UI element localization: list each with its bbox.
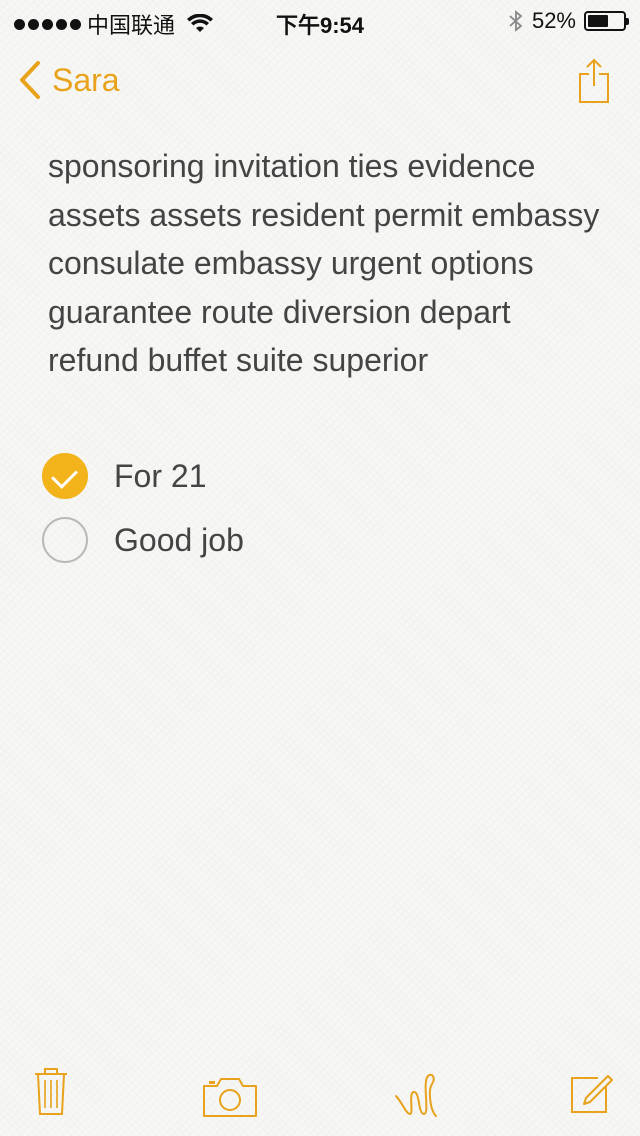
- chevron-left-icon: [20, 61, 40, 99]
- status-bar: 中国联通 下午9:54 52%: [0, 0, 640, 40]
- trash-icon: [35, 1068, 67, 1115]
- back-label: Sara: [52, 61, 120, 98]
- back-button[interactable]: Sara: [18, 60, 120, 100]
- bottom-toolbar: [0, 1036, 640, 1136]
- checkbox-unchecked[interactable]: [42, 517, 88, 563]
- checkbox-checked[interactable]: [42, 453, 88, 499]
- checklist-item-label[interactable]: Good job: [114, 522, 244, 559]
- compose-icon: [571, 1075, 613, 1113]
- nav-bar: Sara: [0, 50, 640, 120]
- sketch-button[interactable]: [392, 1070, 440, 1125]
- share-button[interactable]: [578, 58, 610, 109]
- checklist-item-label[interactable]: For 21: [114, 458, 206, 495]
- share-icon: [579, 58, 609, 103]
- checklist-item: For 21: [42, 444, 602, 508]
- status-right: 52%: [508, 8, 629, 34]
- camera-button[interactable]: [202, 1076, 258, 1123]
- compose-button[interactable]: [568, 1068, 616, 1121]
- bluetooth-icon: [509, 10, 523, 32]
- delete-button[interactable]: [32, 1066, 70, 1121]
- battery-icon: [584, 11, 629, 31]
- checklist-item: Good job: [42, 508, 602, 572]
- checklist: For 21 Good job: [42, 444, 602, 572]
- sketch-icon: [395, 1073, 437, 1117]
- camera-icon: [203, 1078, 257, 1117]
- note-body-text[interactable]: sponsoring invitation ties evidence asse…: [48, 142, 608, 385]
- battery-percent: 52%: [531, 8, 576, 33]
